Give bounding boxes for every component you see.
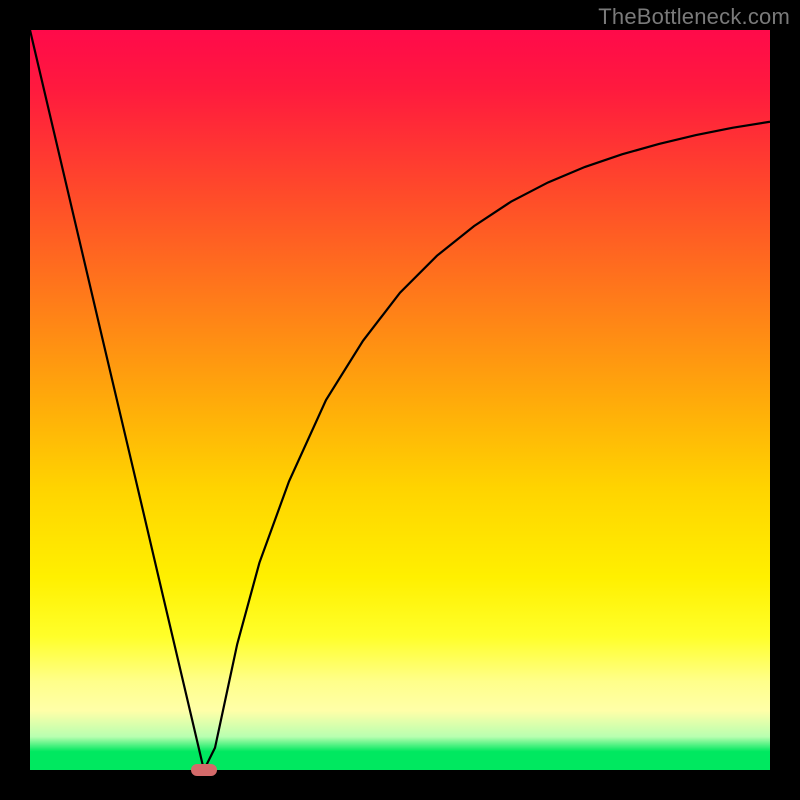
- chart-frame: TheBottleneck.com: [0, 0, 800, 800]
- watermark-text: TheBottleneck.com: [598, 4, 790, 30]
- curve-svg: [30, 30, 770, 770]
- plot-area: [30, 30, 770, 770]
- optimal-marker: [191, 764, 217, 776]
- bottleneck-curve: [30, 30, 770, 770]
